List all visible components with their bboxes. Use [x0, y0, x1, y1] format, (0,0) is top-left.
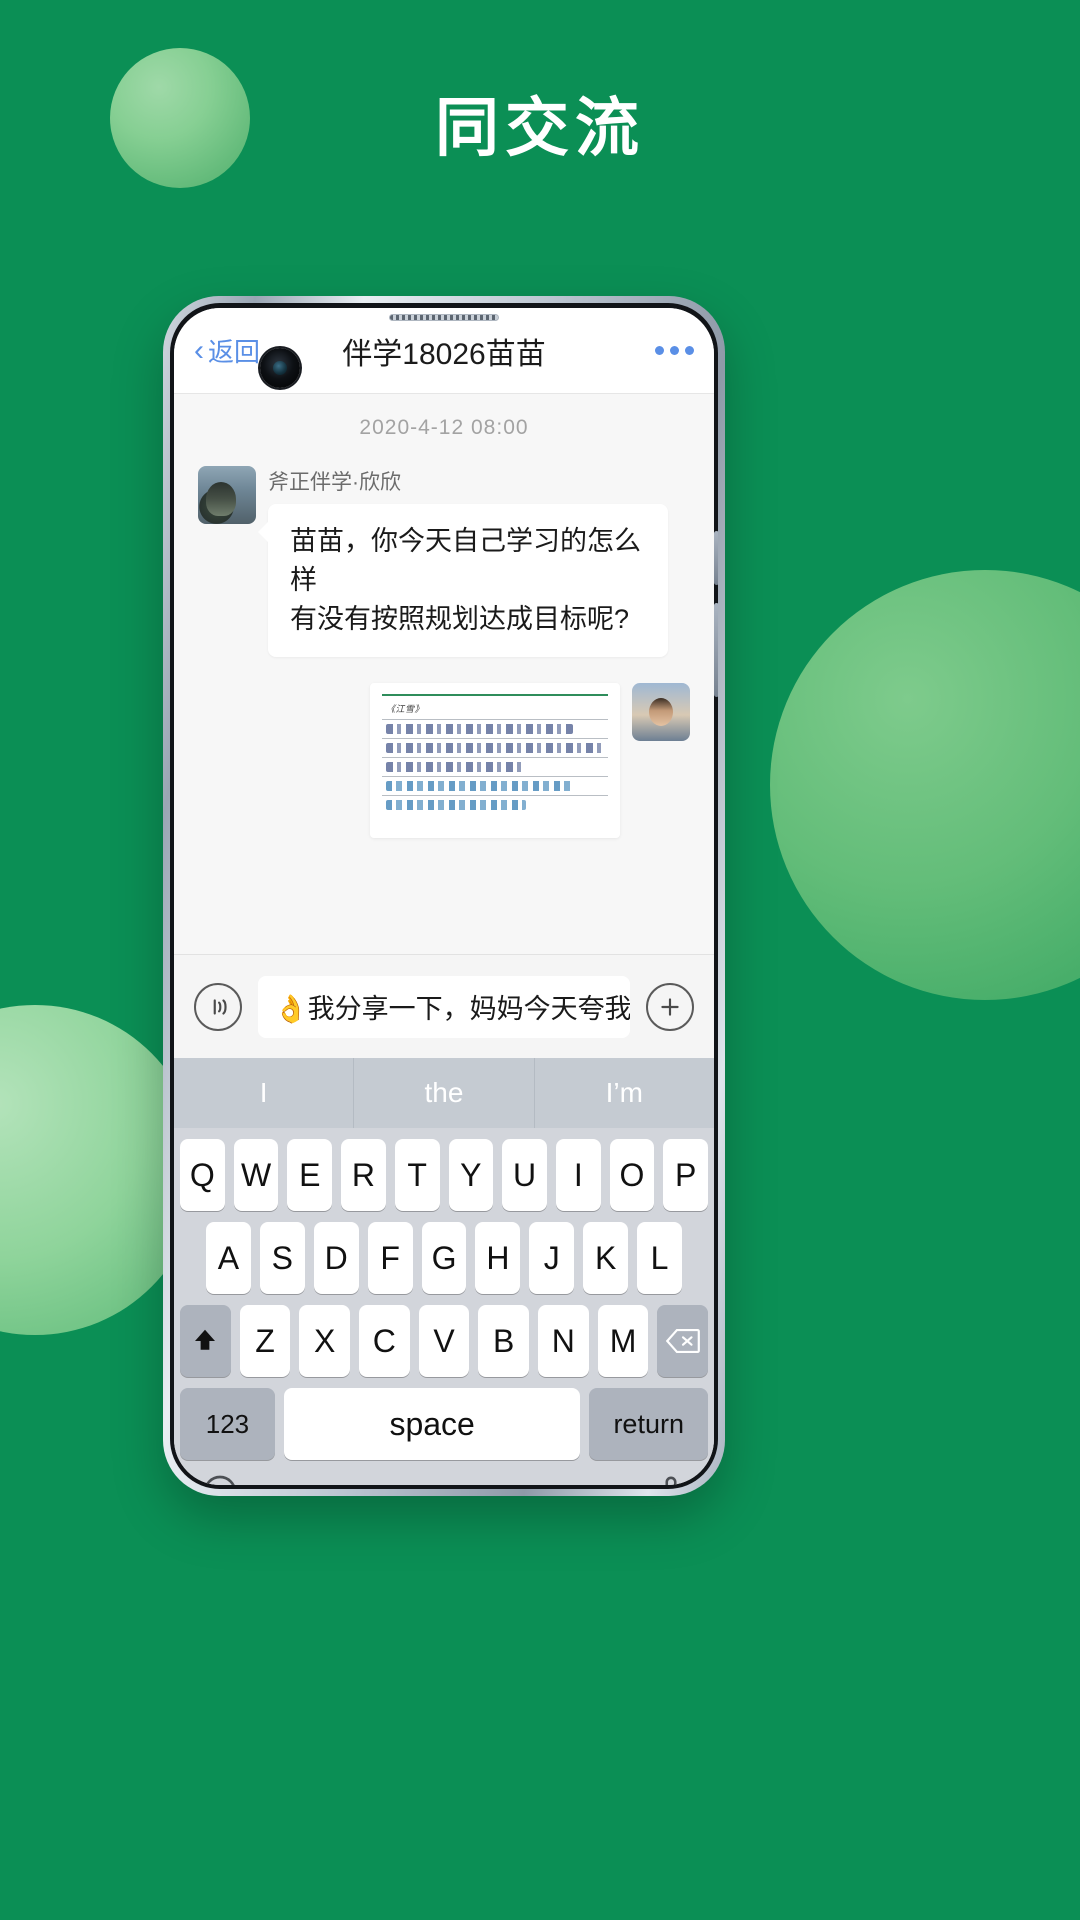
key-g[interactable]: G — [421, 1222, 467, 1294]
key-y[interactable]: Y — [448, 1139, 494, 1211]
key-f[interactable]: F — [367, 1222, 413, 1294]
voice-wave-icon[interactable] — [194, 982, 242, 1031]
note-rule — [382, 757, 608, 759]
return-key[interactable]: return — [589, 1388, 709, 1460]
shift-up-icon[interactable] — [179, 1305, 231, 1377]
key-r[interactable]: R — [341, 1139, 386, 1211]
message-row-incoming: 斧正伴学·欣欣 苗苗，你今天自己学习的怎么样 有没有按照规划达成目标呢? — [198, 466, 690, 658]
key-v[interactable]: V — [418, 1305, 470, 1377]
keyboard-row-3: Z X C V B N M — [179, 1305, 709, 1377]
emoji-smiley-icon[interactable] — [200, 1472, 240, 1485]
note-top-rule — [382, 694, 608, 697]
on-screen-keyboard: I the I’m Q W E R T Y U I O P A S D F G … — [174, 1058, 714, 1485]
key-e[interactable]: E — [287, 1139, 333, 1211]
key-j[interactable]: J — [529, 1222, 575, 1294]
note-handwriting-line — [386, 762, 527, 773]
key-c[interactable]: C — [359, 1305, 410, 1377]
key-a[interactable]: A — [206, 1222, 251, 1294]
more-options-button[interactable] — [655, 346, 694, 355]
sender-name: 斧正伴学·欣欣 — [268, 471, 401, 494]
key-n[interactable]: N — [538, 1305, 589, 1377]
back-button[interactable]: ‹ 返回 — [194, 332, 260, 369]
message-timestamp: 2020-4-12 08:00 — [359, 416, 529, 439]
student-avatar[interactable] — [632, 683, 690, 742]
key-u[interactable]: U — [502, 1139, 547, 1211]
key-x[interactable]: X — [299, 1305, 350, 1377]
phone-bezel: ‹ 返回 伴学18026苗苗 2020-4-12 08:00 斧正伴学·欣欣 苗… — [170, 303, 718, 1489]
key-p[interactable]: P — [663, 1139, 709, 1211]
phone-mockup: ‹ 返回 伴学18026苗苗 2020-4-12 08:00 斧正伴学·欣欣 苗… — [163, 296, 725, 1496]
suggestion-item[interactable]: I’m — [535, 1058, 714, 1128]
key-h[interactable]: H — [475, 1222, 521, 1294]
key-z[interactable]: Z — [239, 1305, 291, 1377]
note-rule — [382, 795, 608, 797]
microphone-icon[interactable] — [654, 1472, 688, 1485]
note-handwriting-line — [386, 724, 574, 735]
chevron-left-icon: ‹ — [194, 333, 204, 367]
keyboard-bottom-bar — [174, 1460, 714, 1485]
backspace-icon[interactable] — [657, 1305, 709, 1377]
keyboard-row-4: 123 space return — [180, 1388, 709, 1460]
key-b[interactable]: B — [478, 1305, 530, 1377]
key-t[interactable]: T — [394, 1139, 440, 1211]
more-dots-icon — [670, 346, 679, 355]
more-dots-icon — [685, 346, 694, 355]
key-l[interactable]: L — [637, 1222, 683, 1294]
key-m[interactable]: M — [597, 1305, 649, 1377]
space-key[interactable]: space — [283, 1388, 581, 1460]
key-s[interactable]: S — [259, 1222, 305, 1294]
key-k[interactable]: K — [583, 1222, 629, 1294]
front-camera-icon — [260, 348, 300, 388]
back-button-label: 返回 — [208, 337, 261, 367]
message-row-outgoing: 《江雪》 — [198, 683, 690, 839]
note-handwriting-line — [386, 781, 574, 792]
poster-page: 同交流 ‹ 返回 伴学18026苗苗 2020-4-12 08:00 斧正伴学·… — [0, 0, 1080, 1920]
handwritten-homework-note[interactable]: 《江雪》 — [370, 683, 620, 839]
key-d[interactable]: D — [313, 1222, 359, 1294]
message-text-line-1: 苗苗，你今天自己学习的怎么样 — [290, 526, 641, 596]
chat-input-bar: 👌我分享一下，妈妈今天夸我了 — [174, 954, 714, 1058]
teacher-avatar[interactable] — [198, 466, 256, 524]
note-title: 《江雪》 — [386, 704, 425, 715]
plus-circle-icon[interactable] — [646, 982, 694, 1031]
note-handwriting-line — [386, 743, 606, 754]
note-rule — [382, 719, 608, 721]
key-w[interactable]: W — [233, 1139, 279, 1211]
key-q[interactable]: Q — [179, 1139, 225, 1211]
page-title: 同交流 — [435, 92, 645, 164]
note-rule — [382, 776, 608, 778]
note-handwriting-line — [386, 800, 527, 811]
message-bubble-incoming[interactable]: 苗苗，你今天自己学习的怎么样 有没有按照规划达成目标呢? — [258, 504, 668, 658]
earpiece-speaker-icon — [389, 314, 499, 321]
decorative-bubble-right — [770, 570, 1080, 1000]
message-list[interactable]: 2020-4-12 08:00 斧正伴学·欣欣 苗苗，你今天自己学习的怎么样 有… — [174, 394, 714, 954]
key-o[interactable]: O — [609, 1139, 655, 1211]
keyboard-row-1: Q W E R T Y U I O P — [179, 1139, 709, 1211]
numeric-key[interactable]: 123 — [180, 1388, 275, 1460]
key-i[interactable]: I — [555, 1139, 601, 1211]
suggestion-bar: I the I’m — [174, 1058, 714, 1128]
note-rule — [382, 738, 608, 740]
message-text-line-2: 有没有按照规划达成目标呢? — [290, 604, 630, 635]
more-dots-icon — [655, 346, 664, 355]
volume-button[interactable] — [714, 531, 718, 585]
keyboard-row-2: A S D F G H J K L — [180, 1222, 708, 1294]
message-input[interactable]: 👌我分享一下，妈妈今天夸我了 — [258, 975, 630, 1038]
power-button[interactable] — [714, 603, 718, 697]
suggestion-item[interactable]: I — [174, 1058, 355, 1128]
phone-screen: ‹ 返回 伴学18026苗苗 2020-4-12 08:00 斧正伴学·欣欣 苗… — [174, 308, 714, 1485]
suggestion-item[interactable]: the — [354, 1058, 535, 1128]
